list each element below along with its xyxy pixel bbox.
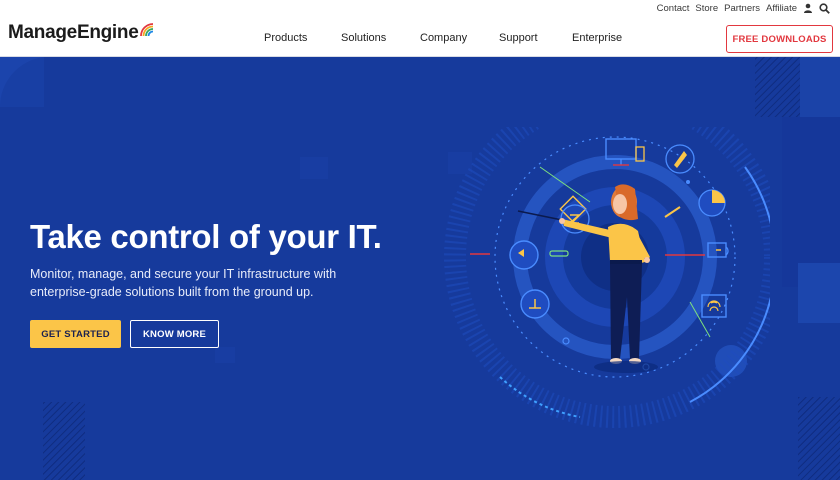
free-downloads-button[interactable]: FREE DOWNLOADS: [726, 25, 833, 53]
get-started-button[interactable]: GET STARTED: [30, 320, 121, 348]
site-header: Contact Store Partners Affiliate ManageE…: [0, 0, 840, 57]
nav-solutions[interactable]: Solutions: [341, 32, 386, 44]
nav-products[interactable]: Products: [264, 32, 307, 44]
contact-link[interactable]: Contact: [657, 3, 690, 14]
store-link[interactable]: Store: [695, 3, 718, 14]
logo-wordmark: ManageEngine: [8, 22, 139, 43]
manageengine-logo[interactable]: ManageEngine: [8, 22, 155, 44]
utility-bar: Contact Store Partners Affiliate: [657, 1, 830, 15]
it-control-illustration: [444, 127, 770, 428]
nav-support[interactable]: Support: [499, 32, 538, 44]
partners-link[interactable]: Partners: [724, 3, 760, 14]
hero-section: Take control of your IT. Monitor, manage…: [0, 57, 840, 480]
nav-company[interactable]: Company: [420, 32, 467, 44]
search-icon[interactable]: [819, 2, 830, 14]
affiliate-link[interactable]: Affiliate: [766, 3, 797, 14]
hero-title: Take control of your IT.: [30, 218, 382, 255]
user-icon[interactable]: [803, 3, 813, 13]
hero-subtitle: Monitor, manage, and secure your IT infr…: [30, 267, 337, 299]
know-more-button[interactable]: KNOW MORE: [130, 320, 219, 348]
logo-arc-icon: [140, 23, 154, 37]
nav-enterprise[interactable]: Enterprise: [572, 32, 622, 44]
